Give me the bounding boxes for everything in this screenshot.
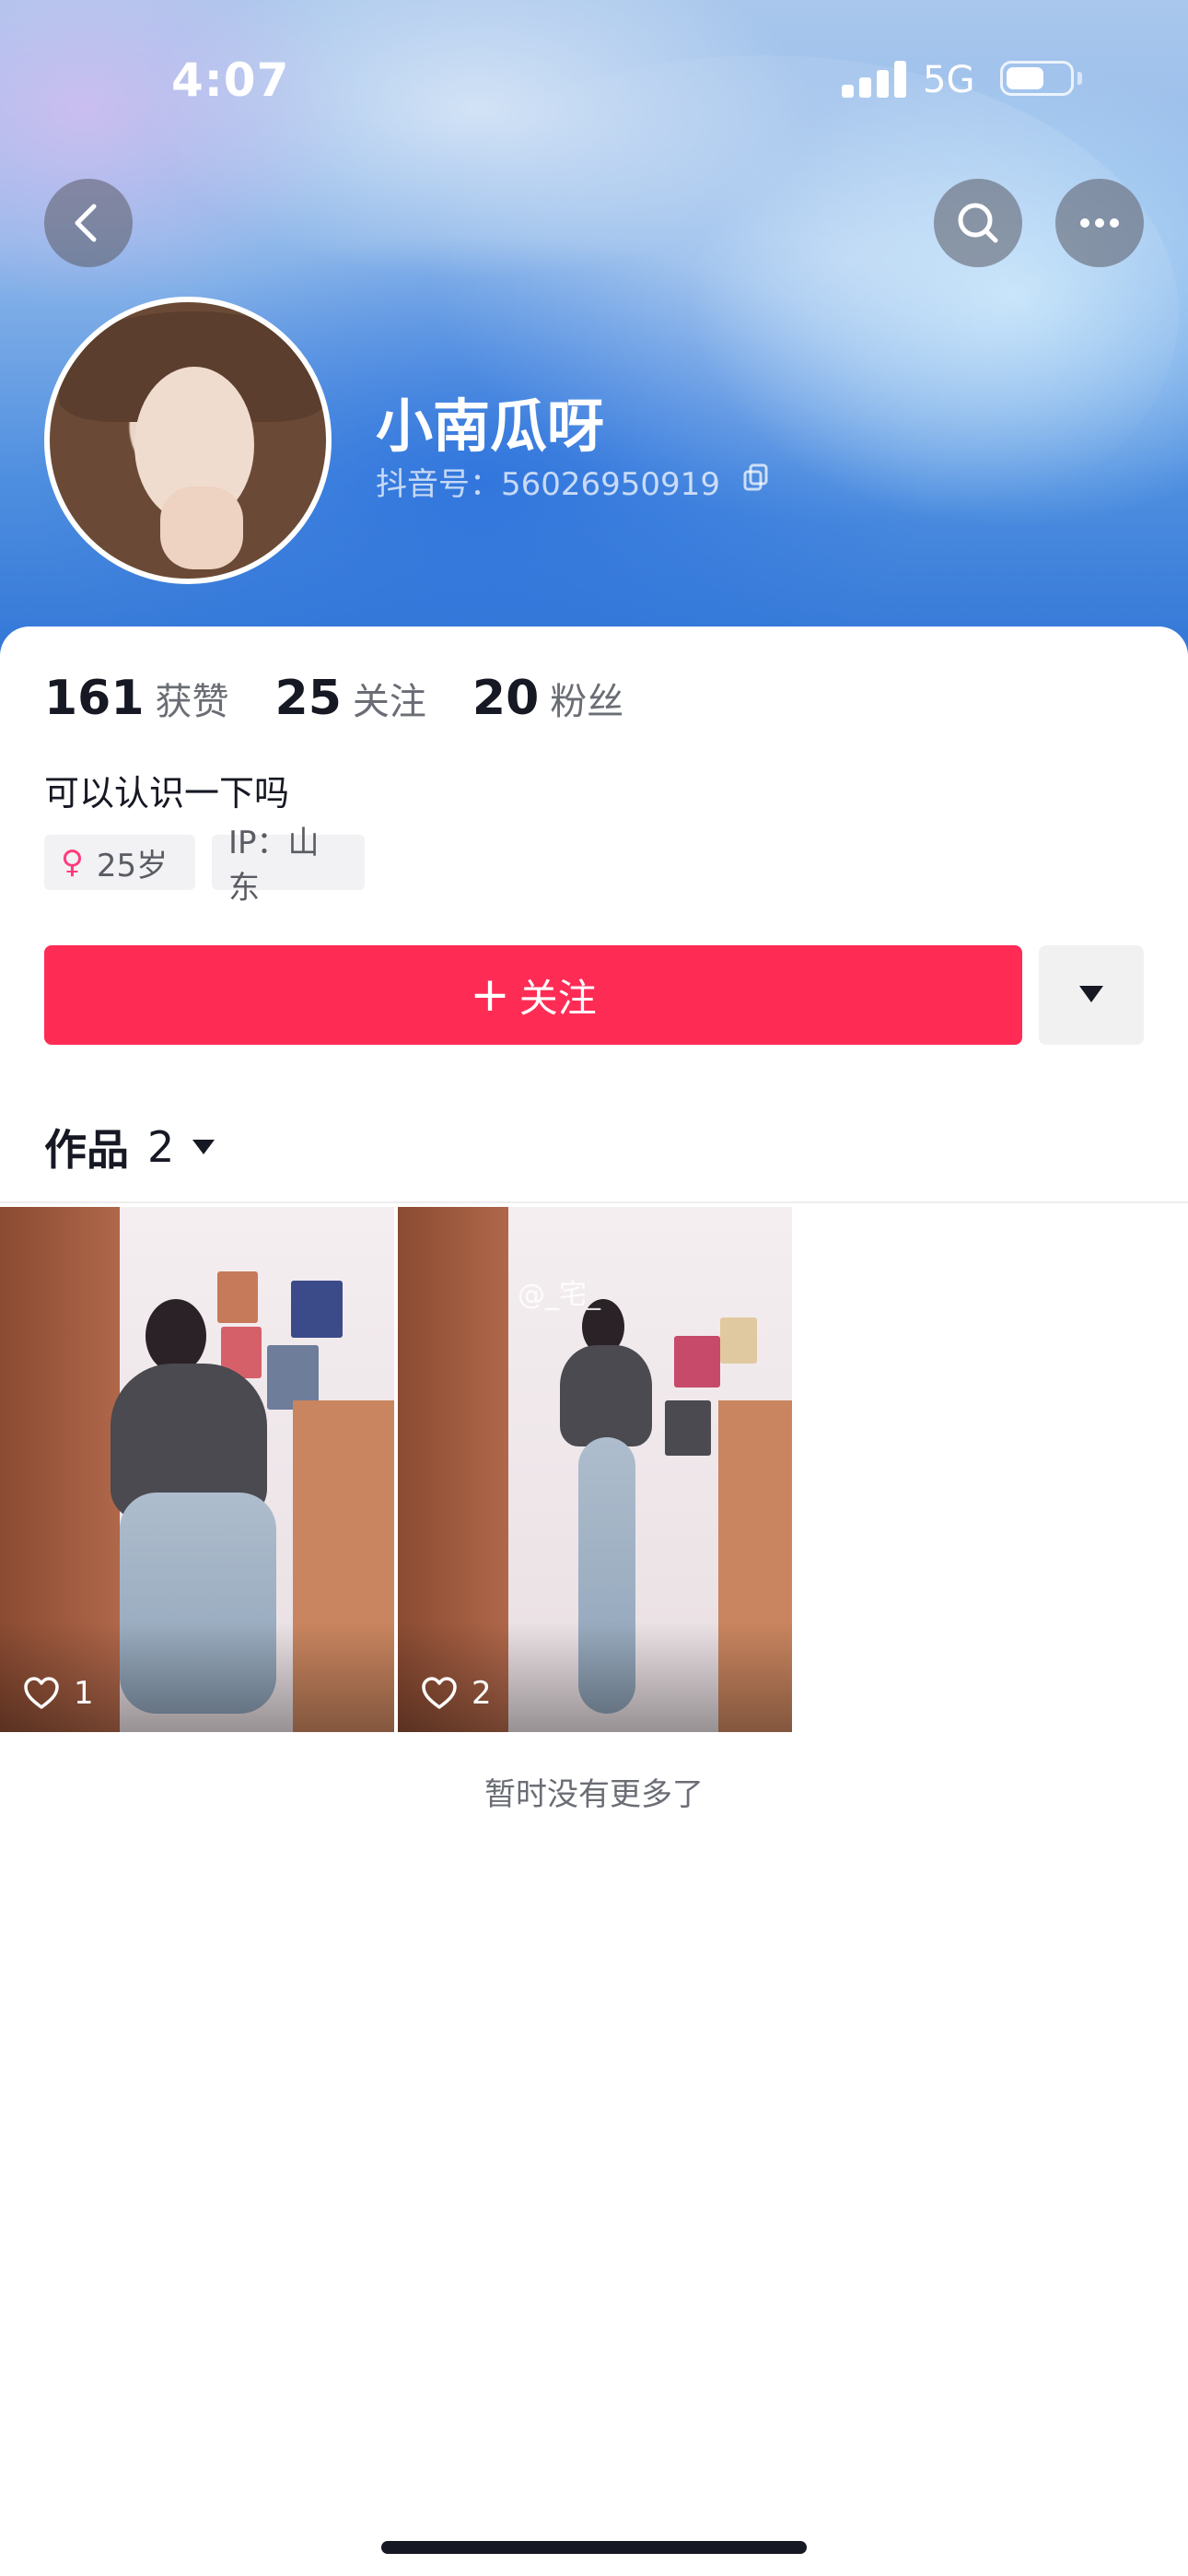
signal-icon [842,61,906,98]
search-button[interactable] [934,179,1022,267]
female-icon: ♀ [61,844,84,881]
like-count: 2 [420,1675,492,1712]
heart-icon [24,1677,59,1709]
profile-name: 小南瓜呀 [376,392,605,460]
no-more-text: 暂时没有更多了 [484,1776,704,1813]
battery-tip [1077,72,1082,85]
more-horizontal-icon [1080,218,1119,228]
video-thumbnail[interactable]: @_宅_ 2 [398,1207,792,1732]
chevron-left-icon [75,204,97,242]
followers-count[interactable]: 20 [472,671,539,726]
age-label: 25岁 [96,847,169,884]
more-button[interactable] [1055,179,1144,267]
caret-down-icon [1079,986,1103,1002]
avatar[interactable] [44,297,332,584]
stats-row: 161 获赞 25 关注 20 粉丝 [44,671,670,726]
tab-works[interactable]: 作品 2 [44,1117,215,1177]
copy-icon[interactable] [742,463,770,492]
like-count-value: 1 [74,1675,94,1712]
recommend-dropdown-button[interactable] [1039,945,1144,1045]
network-type: 5G [923,59,975,101]
followers-label[interactable]: 粉丝 [550,672,623,725]
douyin-id: 抖音号：56026950919 [376,466,720,503]
battery-icon [1000,61,1074,96]
works-count: 2 [147,1122,175,1172]
home-indicator[interactable] [381,2541,807,2554]
following-label[interactable]: 关注 [353,672,426,725]
video-watermark: @_宅_ [518,1279,600,1311]
plus-icon: + [470,967,510,1023]
likes-count: 161 [44,671,145,726]
heart-icon [422,1677,457,1709]
search-icon [958,203,998,243]
like-count: 1 [22,1675,94,1712]
likes-label: 获赞 [155,681,229,723]
video-thumbnail[interactable]: 1 [0,1207,394,1732]
ip-label: IP：山东 [228,825,320,907]
back-button[interactable] [44,179,133,267]
following-count[interactable]: 25 [275,671,342,726]
follow-button[interactable]: + 关注 [44,945,1022,1045]
bio: 可以认识一下吗 [44,773,290,814]
ip-tag: IP：山东 [212,825,365,907]
like-count-value: 2 [472,1675,492,1712]
follow-label: 关注 [518,975,597,1021]
divider [0,1201,1188,1203]
age-tag: ♀ 25岁 [44,835,195,890]
caret-down-icon [192,1140,215,1154]
works-label: 作品 [44,1125,129,1175]
status-time: 4:07 [171,53,290,107]
